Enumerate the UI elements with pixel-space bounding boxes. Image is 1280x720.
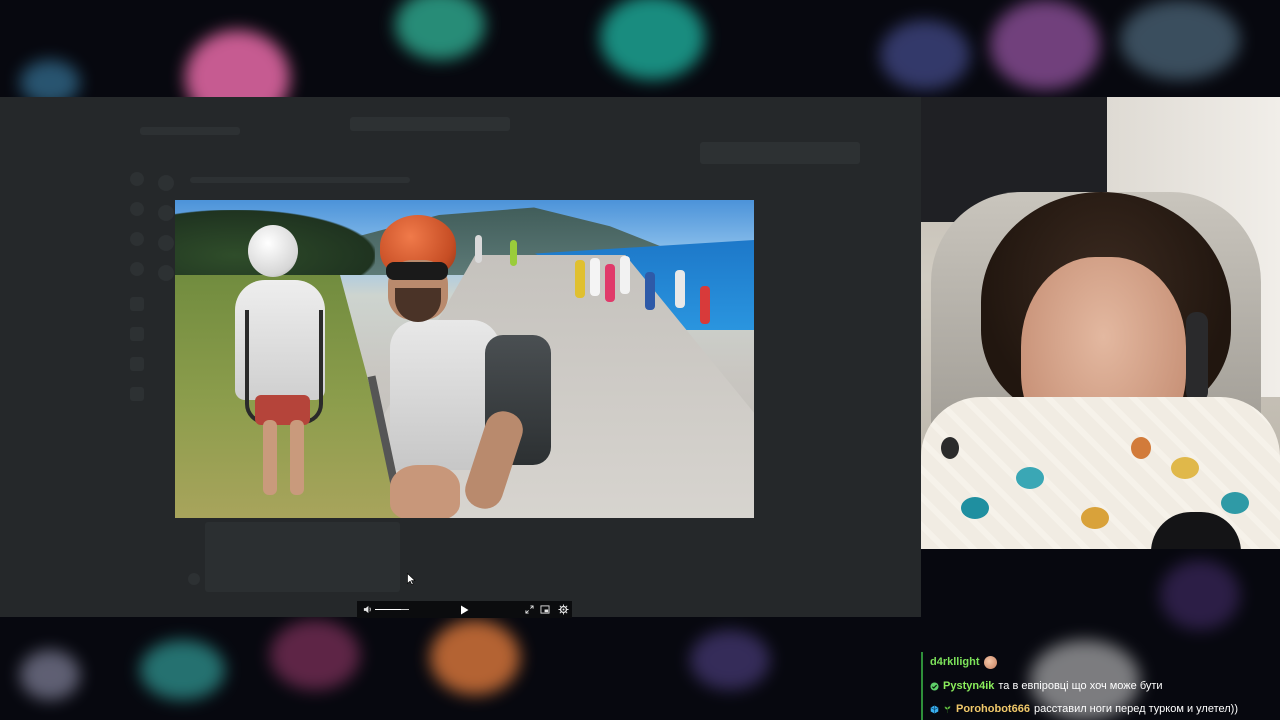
chat-username: Porohobot666 bbox=[956, 703, 1030, 715]
video-frame[interactable] bbox=[175, 200, 754, 518]
headset-icon bbox=[1186, 312, 1208, 402]
cube-badge-icon bbox=[930, 704, 939, 714]
chat-overlay: d4rkllight Pystyn4ik та в евпіровці що х… bbox=[921, 652, 1280, 720]
face-emote-icon bbox=[983, 655, 997, 669]
video-hand bbox=[390, 465, 460, 518]
chat-username: Pystyn4ik bbox=[943, 680, 995, 692]
pip-icon bbox=[540, 605, 550, 614]
play-icon bbox=[460, 605, 468, 614]
volume-button[interactable] bbox=[361, 601, 373, 618]
volume-icon bbox=[363, 605, 371, 614]
player-control-bar bbox=[357, 601, 572, 618]
expand-icon bbox=[524, 605, 534, 614]
mouse-cursor-icon bbox=[407, 573, 416, 585]
settings-button[interactable] bbox=[556, 601, 570, 618]
chat-username: d4rkllight bbox=[930, 656, 980, 668]
video-person-white-helmet bbox=[215, 220, 345, 500]
check-badge-icon bbox=[930, 681, 939, 691]
volume-slider[interactable] bbox=[375, 609, 409, 610]
chat-text: расставил ноги перед турком и улетел)) bbox=[1033, 703, 1239, 715]
plant-badge-icon bbox=[944, 705, 951, 713]
picture-in-picture-button[interactable] bbox=[539, 601, 551, 618]
fullscreen-button[interactable] bbox=[523, 601, 535, 618]
gear-icon bbox=[557, 604, 569, 615]
chat-text: та в евпіровці що хоч може бути bbox=[998, 680, 1163, 692]
chat-message: Porohobot666 расставил ноги перед турком… bbox=[930, 699, 1238, 719]
chat-message: d4rkllight bbox=[930, 652, 997, 672]
webcam-feed bbox=[921, 97, 1280, 549]
chat-message: Pystyn4ik та в евпіровці що хоч може бут… bbox=[930, 676, 1163, 696]
play-button[interactable] bbox=[457, 601, 471, 618]
